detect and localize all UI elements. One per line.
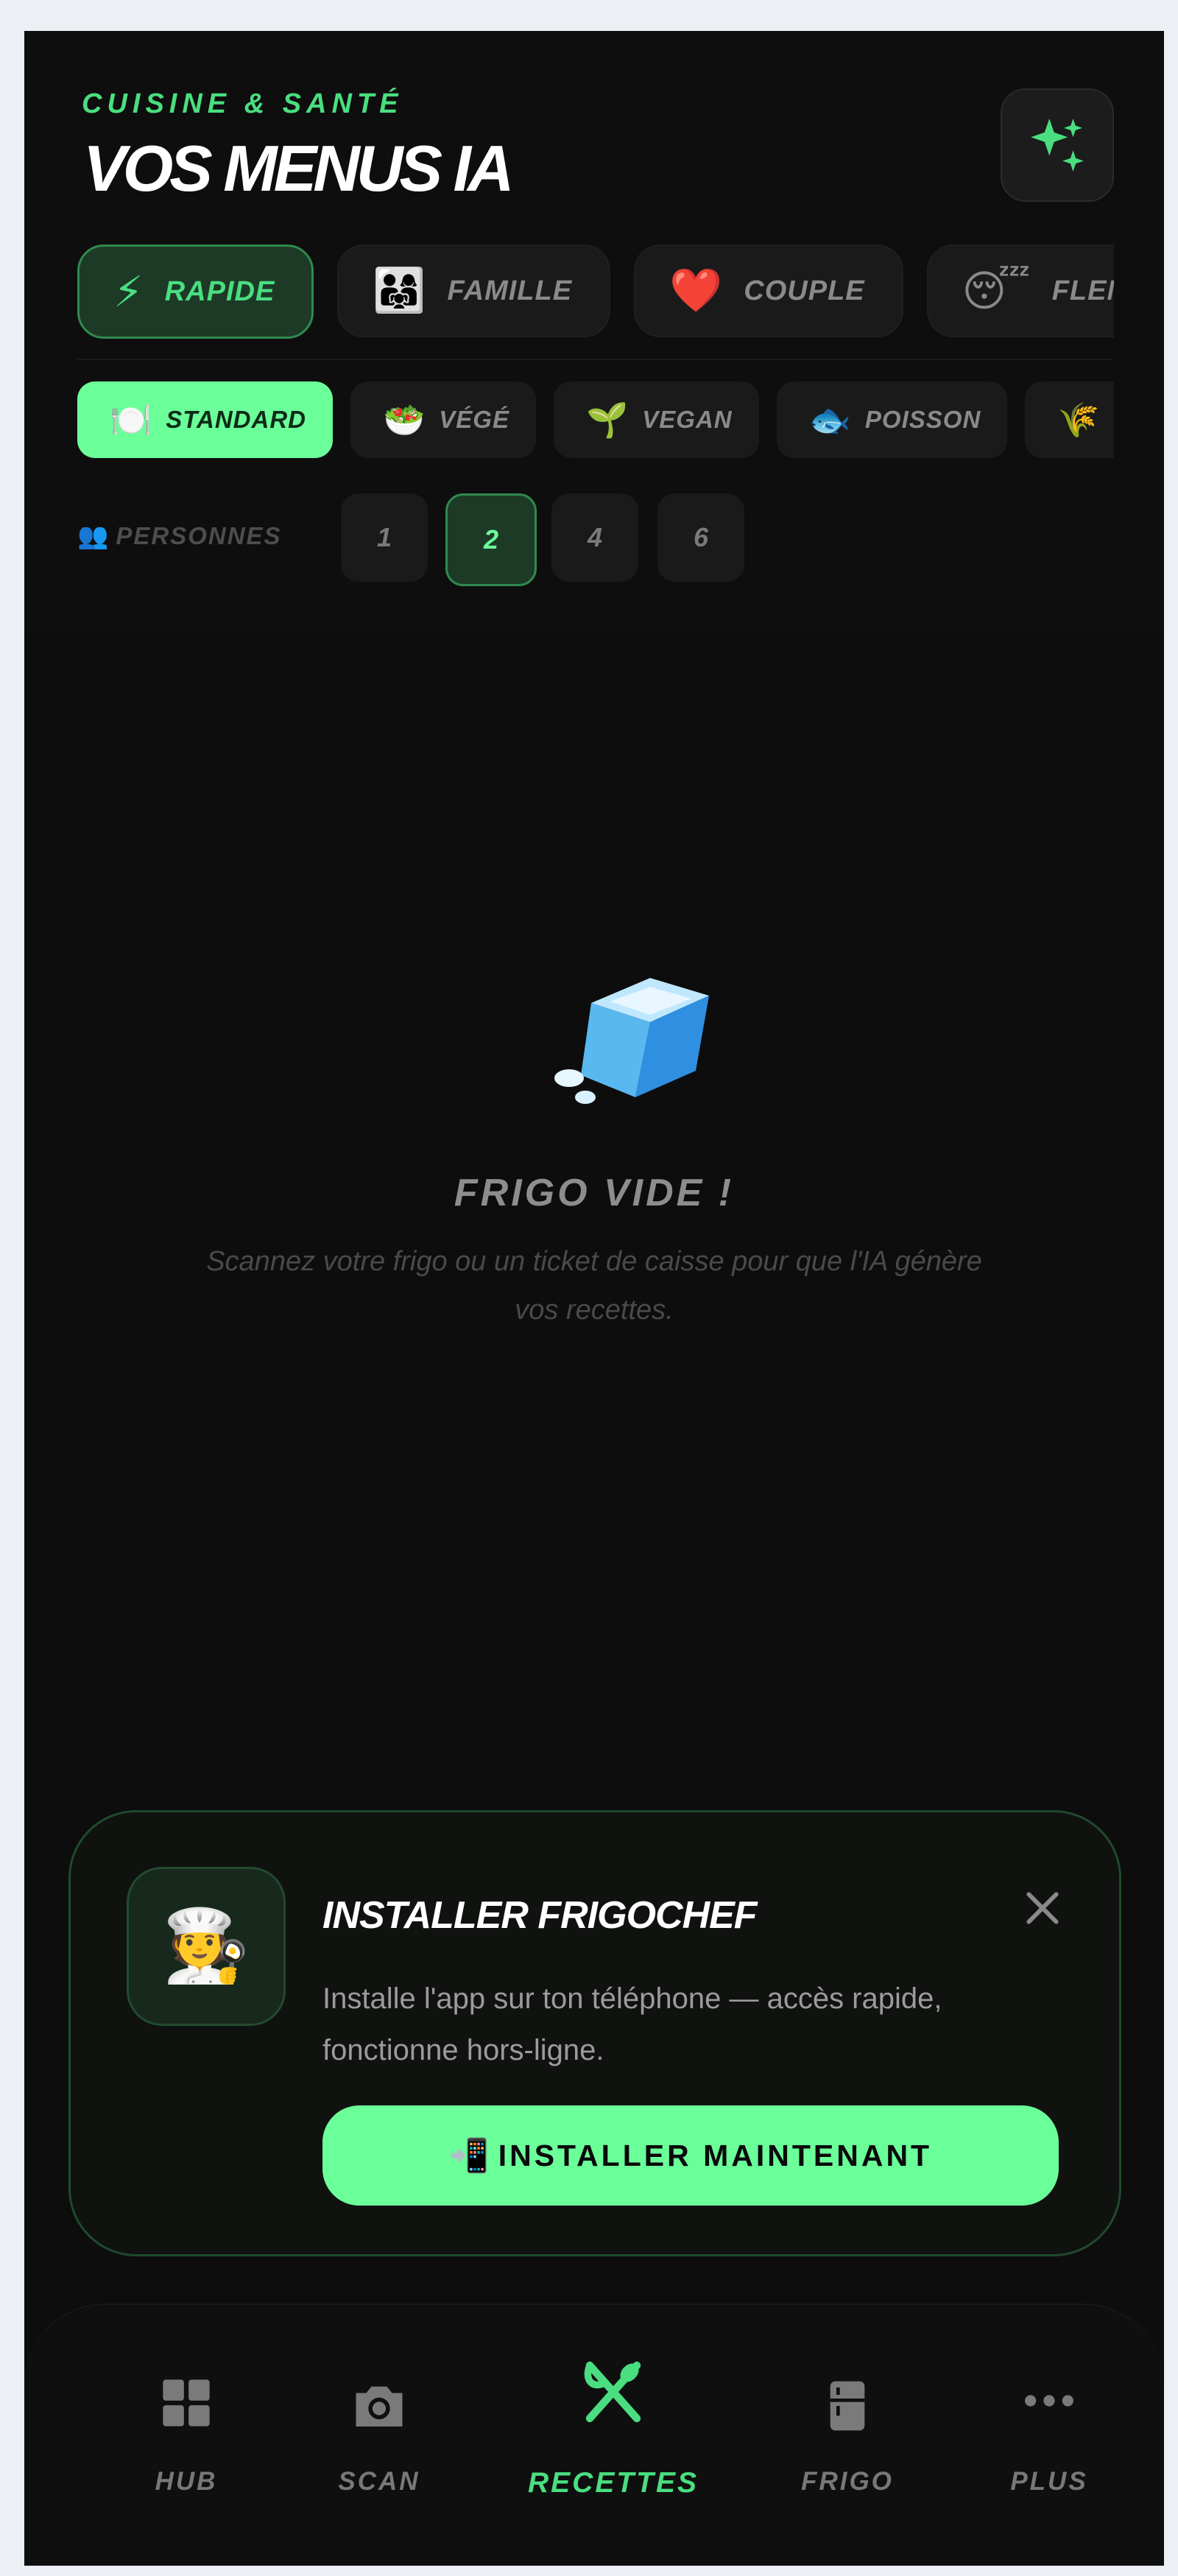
fridge-icon	[830, 2381, 865, 2431]
diet-chip-more[interactable]: 🌾	[1025, 381, 1114, 458]
nav-item-label: PLUS	[1010, 2467, 1088, 2496]
diet-chip-label: VEGAN	[642, 406, 733, 433]
nav-item-label: HUB	[155, 2467, 218, 2496]
diet-chip-label: POISSON	[864, 406, 981, 433]
grid-icon	[163, 2379, 210, 2427]
nav-item-plus[interactable]: PLUS	[953, 2305, 1145, 2496]
nav-item-hub[interactable]: HUB	[91, 2305, 282, 2496]
mode-chip-label: COUPLE	[744, 275, 865, 306]
seedling-icon: 🌱	[585, 400, 629, 439]
wheat-icon: 🌾	[1057, 400, 1101, 439]
phone-arrow-icon: 📲	[448, 2138, 493, 2174]
persons-option-1[interactable]: 1	[341, 493, 428, 582]
install-card-title: INSTALLER FRIGOCHEF	[322, 1894, 758, 1937]
mode-chip-label: FLEMME	[1051, 275, 1114, 306]
persons-option-4[interactable]: 4	[551, 493, 638, 582]
chef-icon: 🧑‍🍳	[127, 1867, 286, 2026]
nav-item-label: SCAN	[338, 2467, 420, 2496]
mode-chip-flemme[interactable]: 😴 FLEMME	[926, 244, 1114, 337]
nav-item-recettes[interactable]: RECETTES	[518, 2305, 709, 2499]
camera-icon	[356, 2386, 403, 2427]
mode-chip-label: RAPIDE	[164, 275, 275, 307]
nav-item-frigo[interactable]: FRIGO	[752, 2305, 943, 2496]
page-title: VOS MENUS IA	[83, 132, 515, 205]
fish-icon: 🐟	[808, 400, 852, 439]
bottom-nav: HUB SCAN RECETTES FRIGO PLUS	[24, 2304, 1164, 2566]
mode-chip-label: FAMILLE	[447, 275, 573, 306]
divider	[77, 359, 1111, 360]
plate-icon: 🍽️	[110, 400, 153, 439]
nav-item-label: FRIGO	[801, 2467, 894, 2496]
diet-chip-standard[interactable]: 🍽️ STANDARD	[77, 381, 333, 458]
people-icon: 👥	[77, 522, 110, 550]
ice-cube-icon	[554, 978, 709, 1104]
install-prompt-card: 🧑‍🍳 INSTALLER FRIGOCHEF Installe l'app s…	[68, 1810, 1121, 2256]
diet-filter-row: 🍽️ STANDARD 🥗 VÉGÉ 🌱 VEGAN 🐟 POISSON 🌾	[24, 381, 1114, 462]
close-button[interactable]	[1013, 1879, 1072, 1938]
diet-chip-label: VÉGÉ	[439, 406, 509, 433]
diet-chip-label: STANDARD	[166, 406, 306, 433]
diet-chip-poisson[interactable]: 🐟 POISSON	[776, 381, 1008, 458]
mode-filter-row: ⚡ RAPIDE 👨‍👩‍👧 FAMILLE ❤️ COUPLE 😴 FLEMM…	[24, 244, 1114, 340]
heart-icon: ❤️	[669, 267, 724, 314]
empty-state-subtitle: Scannez votre frigo ou un ticket de cais…	[206, 1246, 982, 1326]
salad-icon: 🥗	[383, 400, 426, 439]
sleepy-face-icon: 😴	[962, 267, 1031, 315]
ai-magic-button[interactable]	[1001, 88, 1114, 202]
mode-chip-rapide[interactable]: ⚡ RAPIDE	[77, 244, 314, 339]
persons-option-6[interactable]: 6	[657, 493, 744, 582]
header-eyebrow: CUISINE & SANTÉ	[82, 88, 403, 119]
install-card-description: Installe l'app sur ton téléphone — accès…	[322, 1982, 942, 2066]
header: CUISINE & SANTÉ VOS MENUS IA ⚡ RAPIDE 👨‍…	[24, 31, 1164, 635]
sparkles-icon	[1031, 119, 1084, 172]
diet-chip-vegan[interactable]: 🌱 VEGAN	[553, 381, 759, 458]
utensils-icon	[584, 2361, 641, 2423]
nav-item-scan[interactable]: SCAN	[283, 2305, 475, 2496]
app-screen: CUISINE & SANTÉ VOS MENUS IA ⚡ RAPIDE 👨‍…	[24, 31, 1164, 2566]
install-button-label: INSTALLER MAINTENANT	[498, 2138, 933, 2172]
mode-chip-couple[interactable]: ❤️ COUPLE	[634, 244, 903, 337]
more-icon	[1025, 2395, 1073, 2407]
nav-item-label: RECETTES	[527, 2467, 699, 2499]
diet-chip-vege[interactable]: 🥗 VÉGÉ	[350, 381, 536, 458]
empty-state-title: FRIGO VIDE !	[454, 1172, 735, 1214]
family-icon: 👨‍👩‍👧	[373, 267, 427, 314]
close-icon	[1026, 1892, 1059, 1924]
persons-label-text: PERSONNES	[116, 522, 282, 549]
mode-chip-famille[interactable]: 👨‍👩‍👧 FAMILLE	[337, 244, 611, 337]
persons-label: 👥 PERSONNES	[77, 521, 282, 551]
lightning-icon: ⚡	[113, 268, 144, 316]
persons-option-2[interactable]: 2	[445, 493, 537, 586]
install-now-button[interactable]: 📲 INSTALLER MAINTENANT	[322, 2105, 1059, 2206]
